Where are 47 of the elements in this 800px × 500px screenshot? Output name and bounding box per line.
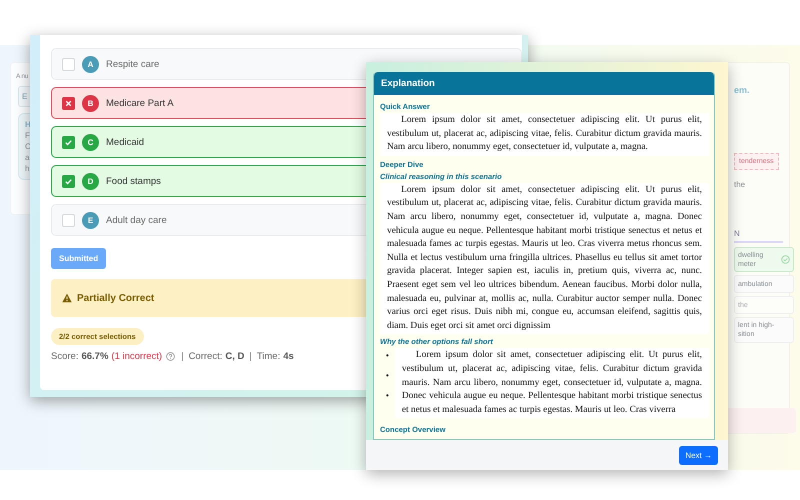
option-label: Medicaid — [106, 136, 144, 148]
option-letter: A — [82, 56, 99, 72]
option-letter: D — [82, 172, 99, 190]
body-text: the — [734, 180, 746, 189]
check-icon — [64, 176, 73, 186]
separator-text: | — [181, 351, 184, 362]
warning-icon — [62, 293, 72, 303]
help-icon — [166, 352, 176, 361]
note-text: h — [25, 164, 30, 173]
checkbox[interactable] — [62, 96, 75, 110]
checkbox[interactable] — [62, 58, 75, 70]
panel-header: Explanation — [374, 72, 714, 95]
score-label: Time: — [256, 351, 280, 362]
option-label: Respite care — [106, 58, 160, 70]
result-title: Partially Correct — [77, 292, 154, 304]
checkbox[interactable] — [62, 174, 75, 188]
option-label: Medicare Part A — [106, 98, 174, 108]
score-label: Score: — [51, 351, 78, 362]
score-value: 66.7% — [81, 351, 108, 362]
paragraph: Lorem ipsum dolor sit amet, consectetuer adipiscing elit. Ut purus elit, vestibulum ut, placerat ac, adipiscing vitae, felis. Curabitur dictum gravida mauris. Nam arcu libero, nonummy eget, consectetuer id, vulputate a, magna. — [380, 113, 709, 156]
paragraph: Lorem ipsum dolor sit amet, consectetuer adipiscing elit. Ut purus elit, vestibulum ut, placerat ac, adipiscing vitae, felis. Curabitur dictum gravida mauris. Nam arcu libero, nonummy eget, consectetuer id, vulputate a, magna. Donec vehicula augue eu neque. Pellentesque habitant morbi tristique senectus et netus et malesuada fames ac turpis egestas. Mauris ut leo. Cras viverra — [394, 348, 709, 418]
section-title: N — [734, 229, 783, 243]
note-text: H — [25, 120, 31, 129]
cross-icon — [64, 98, 73, 108]
note-text: F — [25, 131, 30, 140]
score-label: Correct: — [188, 351, 222, 362]
incorrect-count: (1 incorrect) — [111, 351, 162, 362]
score-value: C, D — [225, 351, 244, 362]
note-text: a — [25, 153, 30, 162]
note-text: C — [25, 142, 31, 151]
bullet-marker: • — [386, 350, 389, 362]
option-letter: C — [82, 134, 99, 150]
paragraph: Lorem ipsum dolor sit amet, consectetuer adipiscing elit. Ut purus elit, vestibulum ut, placerat ac, adipiscing vitae, felis. Curabitur dictum gravida mauris. Nam arcu libero, nonummy eget, consectetuer id, vulputate a, magna. Donec vehicula augue eu neque. Pellentesque habitant morbi tristique senectus et netus et malesuada fames ac turpis egestas. Mauris ut leo. Cras viverra metus rhoncus sem. Nulla et lectus vestibulum urna fringilla ultrices. Phasellus eu tellus sit amet tortor gravida placerat. Integer sapien est, iaculis in, pretium quis, viverra ac, nunc. Praesent eget sem vel leo ultrices bibendum. Aenean faucibus. Morbi dolor nulla, malesuada eu, pulvinar at, mollis ac, nulla. Curabitur auctor semper nulla. Donec varius orci eget risus. Duis nibh mi, congue eu, accumsan eleifend, sagittis quis, diam. Duis eget orci sit amet orci dignissim — [380, 182, 709, 334]
separator-text: | — [249, 351, 252, 362]
check-circle-icon — [781, 255, 790, 264]
checkbox[interactable] — [62, 136, 75, 148]
checkbox[interactable] — [62, 214, 75, 226]
check-icon — [64, 138, 73, 146]
bullet-marker: • — [386, 390, 389, 402]
heading-text: em. — [734, 85, 750, 95]
option-label: Adult day care — [106, 214, 167, 226]
score-value: 4s — [283, 351, 294, 362]
next-button[interactable]: Next → — [679, 446, 718, 464]
option-label: Food stamps — [106, 176, 161, 186]
bullet-marker: • — [386, 370, 389, 382]
option-letter: B — [82, 94, 99, 112]
option-letter: E — [82, 212, 99, 228]
